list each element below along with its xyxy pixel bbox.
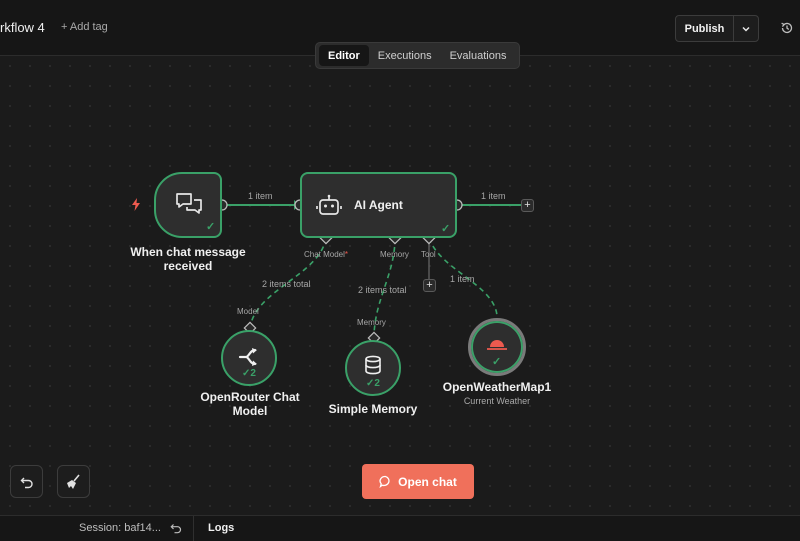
open-chat-label: Open chat bbox=[398, 474, 457, 489]
chat-model-port-label: Chat Model* bbox=[304, 250, 349, 259]
undo-icon[interactable] bbox=[170, 522, 182, 534]
memory-node-label: Simple Memory bbox=[328, 402, 418, 416]
success-check-icon: ✓ bbox=[492, 356, 502, 368]
open-chat-button[interactable]: Open chat bbox=[362, 464, 474, 499]
memory-input-label: Memory bbox=[357, 318, 386, 327]
broom-icon bbox=[66, 473, 80, 489]
undo-icon bbox=[20, 477, 33, 488]
chat-bubble-icon bbox=[379, 475, 390, 488]
openrouter-node-label: OpenRouter Chat Model bbox=[200, 390, 300, 418]
add-tool-button[interactable]: + bbox=[423, 279, 436, 292]
clear-execution-button[interactable] bbox=[57, 465, 90, 498]
logs-tab[interactable]: Logs bbox=[208, 522, 234, 534]
model-input-label: Model bbox=[237, 307, 259, 316]
weather-node-subtitle: Current Weather bbox=[463, 396, 531, 406]
memory-port-label: Memory bbox=[380, 250, 409, 259]
bottom-panel: Session: baf14... Logs bbox=[0, 515, 800, 541]
tab-executions[interactable]: Executions bbox=[369, 45, 441, 66]
simple-memory-node[interactable]: ✓2 bbox=[345, 340, 401, 396]
trigger-node-label: When chat message received bbox=[130, 245, 246, 273]
database-icon bbox=[365, 355, 381, 375]
openrouter-chat-model-node[interactable]: ✓2 bbox=[221, 330, 277, 386]
undo-button[interactable] bbox=[10, 465, 43, 498]
robot-icon bbox=[316, 194, 342, 215]
connection-label-tool: 1 item bbox=[450, 274, 475, 284]
run-count-badge: ✓2 bbox=[366, 378, 380, 389]
trigger-node-chat-message[interactable]: ✓ bbox=[154, 172, 222, 238]
ai-agent-title: AI Agent bbox=[354, 198, 403, 212]
sunset-icon bbox=[487, 340, 507, 350]
tool-port-label: Tool bbox=[421, 250, 436, 259]
connection-label-memory: 2 items total bbox=[358, 285, 407, 295]
connection-label-output: 1 item bbox=[481, 191, 506, 201]
run-count-badge: ✓2 bbox=[242, 368, 256, 379]
success-check-icon: ✓ bbox=[441, 223, 451, 235]
connection-wires bbox=[216, 199, 521, 345]
chat-bubbles-icon bbox=[176, 193, 202, 214]
connection-label-model: 2 items total bbox=[262, 279, 311, 289]
openweathermap-node[interactable]: ✓ bbox=[468, 318, 526, 376]
panel-divider bbox=[193, 516, 194, 541]
ai-agent-node[interactable]: AI Agent ✓ bbox=[300, 172, 457, 238]
success-check-icon: ✓ bbox=[206, 221, 216, 233]
add-next-node-button[interactable]: + bbox=[521, 199, 534, 212]
tab-evaluations[interactable]: Evaluations bbox=[441, 45, 516, 66]
lightning-bolt-icon bbox=[132, 198, 140, 211]
openrouter-icon bbox=[238, 348, 257, 366]
session-id: Session: baf14... bbox=[79, 522, 161, 534]
view-tabs: Editor Executions Evaluations bbox=[315, 42, 520, 69]
weather-node-label: OpenWeatherMap1 bbox=[442, 380, 552, 394]
tab-editor[interactable]: Editor bbox=[319, 45, 369, 66]
connection-label-trigger: 1 item bbox=[248, 191, 273, 201]
